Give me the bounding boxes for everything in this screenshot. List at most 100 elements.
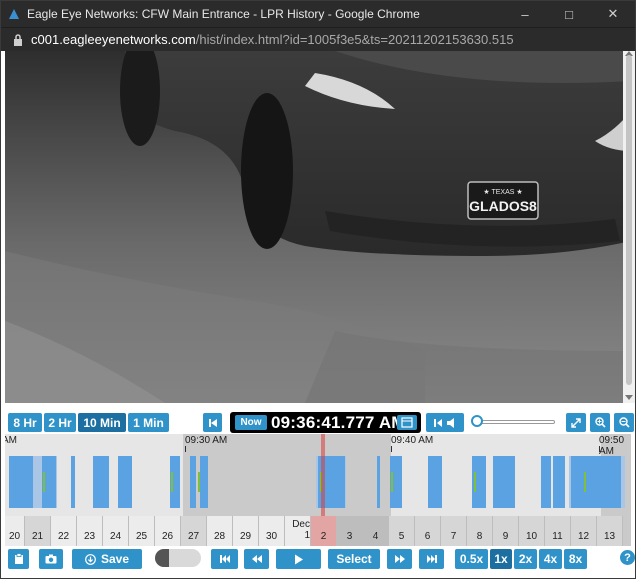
speed-8x-button[interactable]: 8x xyxy=(564,549,587,569)
day-cell[interactable]: 12 xyxy=(571,516,597,546)
expand-icon xyxy=(571,417,581,428)
calendar-icon xyxy=(401,417,413,428)
zoom-out-button[interactable] xyxy=(614,413,634,432)
day-cell[interactable]: 28 xyxy=(207,516,233,546)
skip-to-start-button[interactable] xyxy=(211,549,238,569)
day-cell[interactable]: 7 xyxy=(441,516,467,546)
zoom-out-icon xyxy=(618,417,630,428)
motion-marker xyxy=(43,472,45,492)
snapshot-button[interactable] xyxy=(39,549,63,569)
day-cell[interactable]: 4 xyxy=(363,516,389,546)
speed-0-5x-button[interactable]: 0.5x xyxy=(455,549,488,569)
range-1min-button[interactable]: 1 Min xyxy=(128,413,169,432)
fullscreen-button[interactable] xyxy=(566,413,586,432)
close-button[interactable]: ✕ xyxy=(591,1,635,27)
day-ruler[interactable]: 20 21 22 23 24 25 26 27 28 29 30 Dec 1 2… xyxy=(5,516,631,546)
browser-window: Eagle Eye Networks: CFW Main Entrance - … xyxy=(0,0,636,579)
day-cell[interactable]: 27 xyxy=(181,516,207,546)
range-10min-button[interactable]: 10 Min xyxy=(78,413,126,432)
url-path: /hist/index.html?id=1005f3e5&ts=20211202… xyxy=(195,32,514,47)
plate-number: GLADOS8 xyxy=(469,198,537,214)
speed-1x-button[interactable]: 1x xyxy=(490,549,512,569)
recording-segment xyxy=(377,456,380,508)
recording-segment xyxy=(428,456,442,508)
rewind-button[interactable] xyxy=(244,549,269,569)
day-cell[interactable]: 24 xyxy=(103,516,129,546)
day-cell[interactable]: 26 xyxy=(155,516,181,546)
now-button[interactable]: Now xyxy=(235,415,267,430)
save-button[interactable]: Save xyxy=(72,549,142,569)
clipboard-icon xyxy=(14,553,23,564)
day-cell[interactable]: 21 xyxy=(25,516,51,546)
help-button[interactable]: ? xyxy=(620,550,635,565)
step-volume-icon xyxy=(434,417,454,428)
timeline-label-am: AM xyxy=(5,435,17,446)
title-bar: Eagle Eye Networks: CFW Main Entrance - … xyxy=(1,1,635,27)
day-cell[interactable]: 10 xyxy=(519,516,545,546)
motion-marker xyxy=(198,472,200,492)
day-cell[interactable]: 8 xyxy=(467,516,493,546)
fast-forward-icon xyxy=(394,555,405,563)
address-bar[interactable]: c001.eagleeyenetworks.com/hist/index.htm… xyxy=(1,27,635,51)
zoom-in-button[interactable] xyxy=(590,413,610,432)
current-time-display: Now 09:36:41.777 AM xyxy=(230,412,421,433)
motion-marker xyxy=(391,472,393,492)
jump-start-button[interactable] xyxy=(203,413,222,432)
skip-start-icon xyxy=(219,555,230,563)
day-cell[interactable]: 20 xyxy=(5,516,25,546)
minimize-button[interactable]: – xyxy=(503,1,547,27)
scroll-down-icon[interactable] xyxy=(625,395,633,400)
vertical-scrollbar[interactable] xyxy=(623,51,635,403)
clipboard-button[interactable] xyxy=(8,549,29,569)
skip-end-icon xyxy=(426,555,437,563)
fast-forward-button[interactable] xyxy=(387,549,412,569)
day-cell[interactable]: 6 xyxy=(415,516,441,546)
camera-icon xyxy=(45,554,57,564)
scrollbar-thumb[interactable] xyxy=(626,55,632,385)
day-cell[interactable]: 29 xyxy=(233,516,259,546)
range-2hr-button[interactable]: 2 Hr xyxy=(44,413,76,432)
play-button[interactable] xyxy=(276,549,321,569)
day-cell[interactable]: 25 xyxy=(129,516,155,546)
timeline-tick xyxy=(391,446,392,452)
play-icon xyxy=(294,554,303,564)
recording-segment xyxy=(71,456,75,508)
toggle-knob xyxy=(155,549,169,567)
maximize-button[interactable]: □ xyxy=(547,1,591,27)
calendar-button[interactable] xyxy=(397,415,417,430)
volume-slider-track[interactable] xyxy=(478,420,555,424)
day-cell[interactable]: 22 xyxy=(51,516,77,546)
day-cell[interactable]: 23 xyxy=(77,516,103,546)
day-cell[interactable]: 5 xyxy=(389,516,415,546)
window-title: Eagle Eye Networks: CFW Main Entrance - … xyxy=(27,7,420,21)
plate-state: ★ TEXAS ★ xyxy=(483,188,522,196)
timeline-label-0940: 09:40 AM xyxy=(391,435,434,446)
motion-marker xyxy=(474,472,476,492)
mode-toggle[interactable] xyxy=(155,549,201,567)
timeline-tick xyxy=(599,446,600,452)
day-cell-selected[interactable]: 2 xyxy=(311,516,337,546)
day-cell[interactable]: 3 xyxy=(337,516,363,546)
download-icon xyxy=(85,553,96,565)
video-player[interactable]: ★ TEXAS ★ GLADOS8 xyxy=(5,51,631,403)
skip-back-icon xyxy=(208,418,217,427)
recording-segment xyxy=(571,456,621,508)
speed-2x-button[interactable]: 2x xyxy=(514,549,537,569)
select-button[interactable]: Select xyxy=(328,549,380,569)
volume-slider-knob[interactable] xyxy=(471,415,483,427)
day-cell-dec-1[interactable]: Dec 1 xyxy=(285,516,311,546)
recording-segment xyxy=(118,456,132,508)
day-cell[interactable]: 13 xyxy=(597,516,623,546)
recording-segment xyxy=(493,456,515,508)
speed-4x-button[interactable]: 4x xyxy=(539,549,562,569)
save-label: Save xyxy=(100,552,130,566)
skip-to-end-button[interactable] xyxy=(419,549,444,569)
day-cell[interactable]: 11 xyxy=(545,516,571,546)
recording-segment xyxy=(541,456,551,508)
day-cell[interactable]: 30 xyxy=(259,516,285,546)
range-8hr-button[interactable]: 8 Hr xyxy=(8,413,42,432)
zoom-in-icon xyxy=(594,417,606,428)
day-cell[interactable]: 9 xyxy=(493,516,519,546)
url-host: c001.eagleeyenetworks.com xyxy=(31,32,196,47)
frame-step-button[interactable] xyxy=(426,413,464,432)
